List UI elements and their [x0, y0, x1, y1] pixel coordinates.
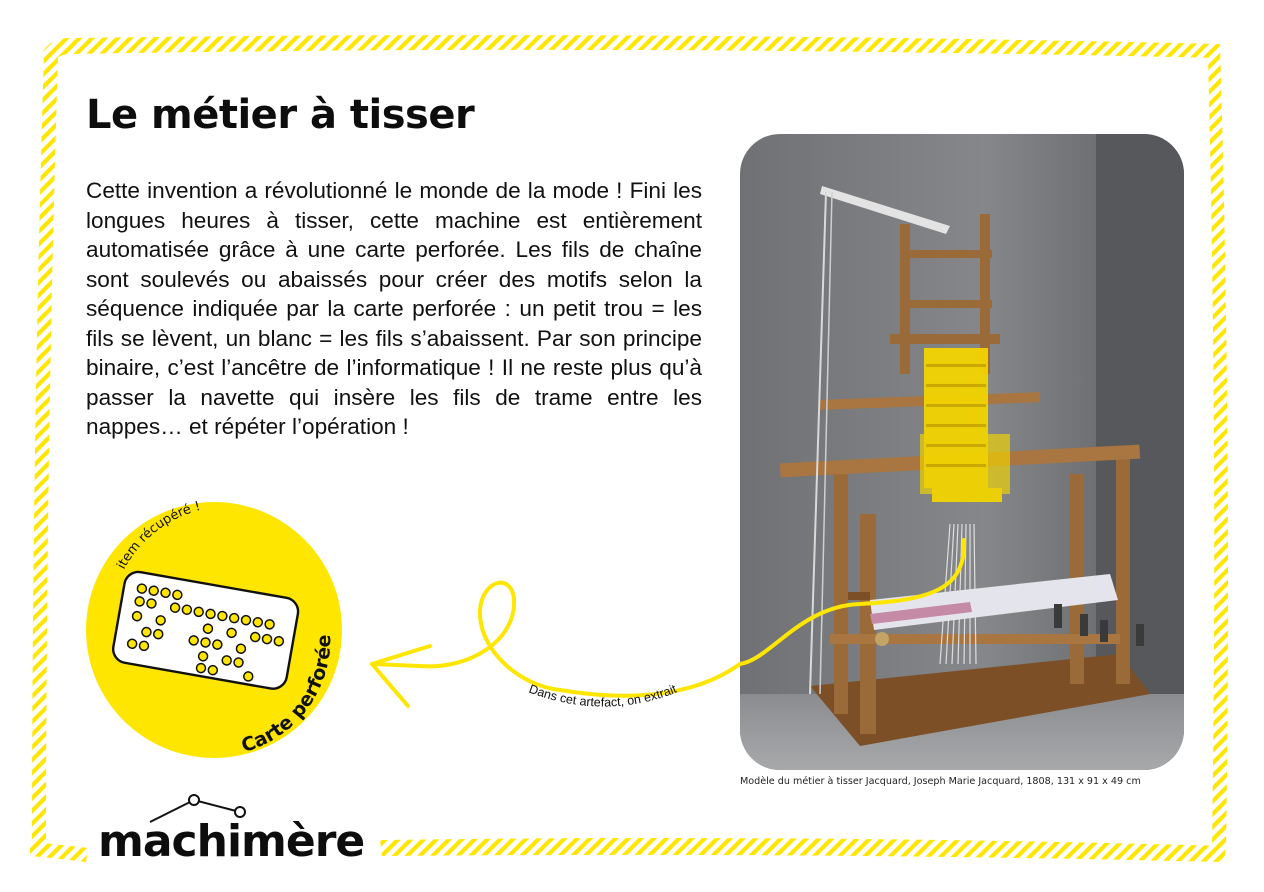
brand-name: machimère — [98, 816, 365, 867]
item-badge: item récupéré ! Carte perforée — [86, 499, 342, 758]
brand-logo: machimère — [98, 794, 378, 874]
